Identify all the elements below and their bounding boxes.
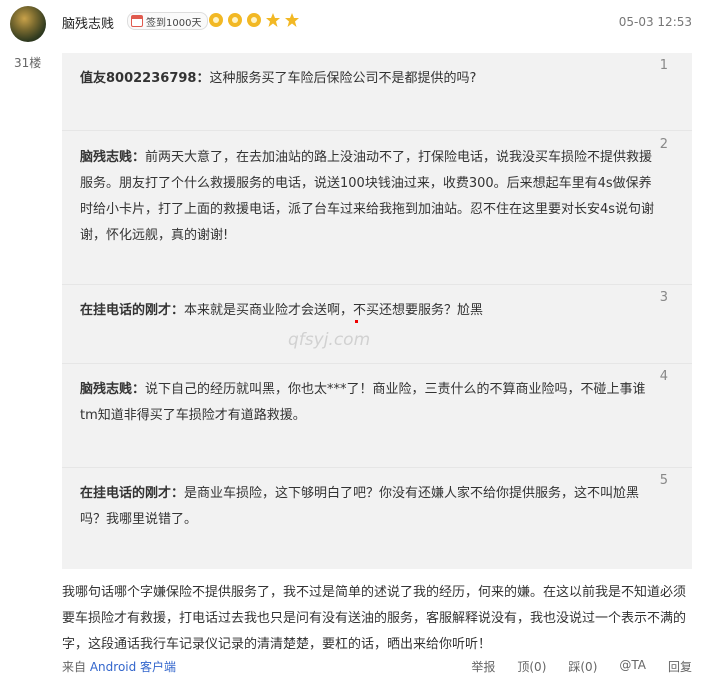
quote-number: 4 (659, 369, 668, 384)
quote-text: 前两天大意了，在去加油站的路上没油动不了，打保险电话，说我没买车损险不提供救援服… (80, 150, 655, 243)
quote-number: 1 (659, 58, 668, 73)
quote-text: 这种服务买了车险后保险公司不是都提供的吗? (209, 71, 477, 86)
quote-item: 在挂电话的刚才：是商业车损险，这下够明白了吧？你没有还嫌人家不给你提供服务，这不… (80, 481, 660, 533)
quote-number: 5 (659, 473, 668, 488)
report-link[interactable]: 举报 (471, 658, 495, 675)
sun-icon (209, 13, 223, 27)
mention-link[interactable]: @TA (619, 658, 646, 675)
divider (62, 363, 692, 364)
red-dot (355, 320, 358, 323)
source-prefix: 来自 (62, 660, 87, 674)
username[interactable]: 脑残志贱 (62, 13, 114, 32)
quote-item: 脑残志贱：前两天大意了，在去加油站的路上没油动不了，打保险电话，说我没买车损险不… (80, 145, 660, 249)
sun-icon (228, 13, 242, 27)
calendar-icon (131, 15, 143, 27)
upvote-link[interactable]: 顶(0) (517, 658, 546, 675)
checkin-badge: 签到1000天 (127, 12, 209, 30)
divider (62, 467, 692, 468)
reply-link[interactable]: 回复 (668, 658, 692, 675)
post-timestamp: 05-03 12:53 (618, 15, 692, 29)
avatar[interactable] (10, 6, 46, 42)
level-stars (208, 12, 300, 28)
client-source: 来自 Android 客户端 (62, 658, 176, 675)
quote-author[interactable]: 脑残志贱： (80, 382, 145, 397)
divider (62, 130, 692, 131)
divider (62, 284, 692, 285)
quote-item: 在挂电话的刚才：本来就是买商业险才会送啊，不买还想要服务？尬黑 (80, 298, 660, 324)
quote-text: 说下自己的经历就叫黑，你也太***了！商业险，三责什么的不算商业险吗，不碰上事谁… (80, 382, 646, 423)
quote-item: 脑残志贱：说下自己的经历就叫黑，你也太***了！商业险，三责什么的不算商业险吗，… (80, 377, 660, 429)
floor-number: 31楼 (14, 56, 42, 70)
downvote-link[interactable]: 踩(0) (568, 658, 597, 675)
quote-text: 本来就是买商业险才会送啊，不买还想要服务？尬黑 (184, 303, 484, 318)
quote-number: 3 (659, 290, 668, 305)
star-icon (266, 13, 280, 27)
quote-item: 值友8002236798：这种服务买了车险后保险公司不是都提供的吗? (80, 66, 660, 92)
client-link[interactable]: Android 客户端 (90, 660, 176, 674)
quote-author[interactable]: 在挂电话的刚才： (80, 303, 184, 318)
sun-icon (247, 13, 261, 27)
quote-author[interactable]: 在挂电话的刚才： (80, 486, 184, 501)
quote-number: 2 (659, 137, 668, 152)
reply-content: 我哪句话哪个字嫌保险不提供服务了，我不过是简单的述说了我的经历，何来的嫌。在这以… (62, 585, 687, 652)
star-icon (285, 13, 299, 27)
badge-label: 签到1000天 (146, 17, 202, 29)
post-actions: 举报 顶(0) 踩(0) @TA 回复 (471, 658, 692, 675)
quote-author[interactable]: 脑残志贱： (80, 150, 145, 165)
quote-author[interactable]: 值友8002236798： (80, 71, 209, 86)
